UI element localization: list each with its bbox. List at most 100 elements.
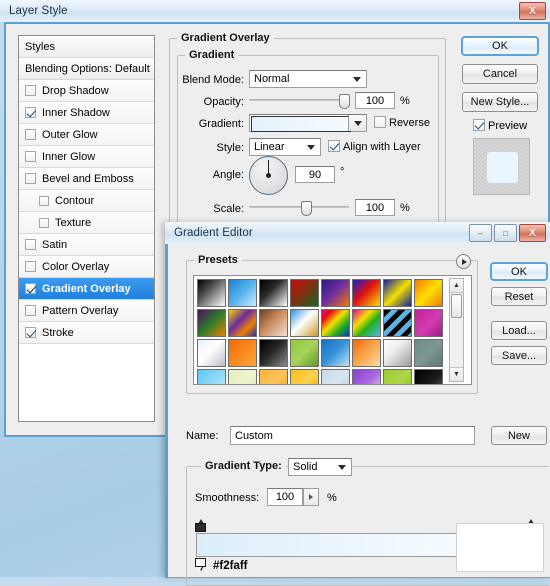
- scrollbar-thumb[interactable]: [451, 294, 462, 318]
- preset-swatch[interactable]: [228, 339, 257, 367]
- styles-list-item[interactable]: Contour: [19, 190, 154, 212]
- maximize-icon[interactable]: □: [494, 224, 517, 242]
- preset-swatch[interactable]: [259, 339, 288, 367]
- style-enable-checkbox[interactable]: [39, 217, 49, 228]
- preset-swatch[interactable]: [383, 339, 412, 367]
- angle-input[interactable]: 90: [295, 166, 335, 183]
- style-enable-checkbox[interactable]: [25, 305, 36, 316]
- style-enable-checkbox[interactable]: [25, 239, 36, 250]
- opacity-thumb[interactable]: [339, 94, 350, 109]
- style-enable-checkbox[interactable]: [25, 151, 36, 162]
- styles-list-item[interactable]: Satin: [19, 234, 154, 256]
- preset-swatch[interactable]: [352, 339, 381, 367]
- preset-swatch[interactable]: [321, 369, 350, 384]
- preset-swatch-grid[interactable]: [197, 279, 443, 384]
- styles-list-item[interactable]: Inner Glow: [19, 146, 154, 168]
- gradient-picker[interactable]: [249, 114, 367, 132]
- preset-swatch[interactable]: [228, 369, 257, 384]
- preset-swatch[interactable]: [197, 339, 226, 367]
- blending-options-row[interactable]: Blending Options: Default: [19, 58, 154, 80]
- styles-list-item[interactable]: Outer Glow: [19, 124, 154, 146]
- gradient-picker-arrow-box[interactable]: [348, 115, 366, 131]
- preset-swatch[interactable]: [197, 279, 226, 307]
- scroll-down-icon[interactable]: ▼: [450, 367, 463, 381]
- blend-mode-select[interactable]: Normal: [249, 70, 367, 88]
- preset-swatch[interactable]: [197, 369, 226, 384]
- close-icon[interactable]: X: [519, 224, 546, 242]
- preset-swatch[interactable]: [352, 309, 381, 337]
- minimize-icon[interactable]: –: [469, 224, 492, 242]
- styles-list-item[interactable]: Color Overlay: [19, 256, 154, 278]
- preset-swatch[interactable]: [290, 279, 319, 307]
- color-stop-left[interactable]: [195, 558, 206, 571]
- style-enable-checkbox[interactable]: [25, 107, 36, 118]
- preset-swatch[interactable]: [414, 369, 443, 384]
- smoothness-input[interactable]: 100: [267, 488, 303, 506]
- gradient-name-input[interactable]: Custom: [230, 426, 475, 445]
- opacity-input[interactable]: 100: [355, 92, 395, 109]
- scroll-up-icon[interactable]: ▲: [450, 279, 463, 293]
- preset-swatch[interactable]: [321, 279, 350, 307]
- preset-swatch[interactable]: [290, 309, 319, 337]
- style-select[interactable]: Linear: [249, 138, 321, 156]
- ge-reset-button[interactable]: Reset: [491, 287, 547, 306]
- style-enable-checkbox[interactable]: [25, 173, 36, 184]
- preset-swatch[interactable]: [259, 309, 288, 337]
- styles-list-item[interactable]: Inner Shadow: [19, 102, 154, 124]
- preset-swatch[interactable]: [383, 279, 412, 307]
- close-icon[interactable]: X: [519, 2, 546, 20]
- preset-swatch[interactable]: [352, 369, 381, 384]
- preset-swatch[interactable]: [383, 369, 412, 384]
- preset-swatch[interactable]: [290, 339, 319, 367]
- preset-swatch[interactable]: [197, 309, 226, 337]
- styles-list-item[interactable]: Texture: [19, 212, 154, 234]
- ge-ok-button[interactable]: OK: [490, 262, 548, 281]
- presets-scrollbar[interactable]: ▲ ▼: [449, 278, 464, 382]
- gradient-label: Gradient:: [198, 118, 244, 130]
- preset-swatch[interactable]: [228, 309, 257, 337]
- style-enable-checkbox[interactable]: [25, 283, 36, 294]
- preset-swatch[interactable]: [321, 339, 350, 367]
- preset-swatch[interactable]: [414, 309, 443, 337]
- scale-slider[interactable]: [249, 200, 349, 216]
- presets-menu-icon[interactable]: [456, 254, 471, 269]
- cancel-button[interactable]: Cancel: [462, 64, 538, 84]
- styles-list-item[interactable]: Drop Shadow: [19, 80, 154, 102]
- preset-swatch[interactable]: [228, 279, 257, 307]
- styles-list-item[interactable]: Stroke: [19, 322, 154, 344]
- style-enable-checkbox[interactable]: [25, 261, 36, 272]
- ok-button[interactable]: OK: [461, 36, 539, 56]
- preset-swatch[interactable]: [259, 279, 288, 307]
- styles-list-item[interactable]: Gradient Overlay: [19, 278, 154, 300]
- presets-swatch-box[interactable]: ▲ ▼: [193, 275, 472, 385]
- new-style-button[interactable]: New Style...: [462, 92, 538, 112]
- ge-load-button[interactable]: Load...: [491, 321, 547, 340]
- preset-swatch[interactable]: [321, 309, 350, 337]
- styles-list-item[interactable]: Pattern Overlay: [19, 300, 154, 322]
- opacity-slider[interactable]: [249, 93, 350, 109]
- styles-list-item[interactable]: Bevel and Emboss: [19, 168, 154, 190]
- scale-thumb[interactable]: [301, 201, 312, 216]
- style-enable-checkbox[interactable]: [25, 327, 36, 338]
- opacity-stop-left[interactable]: [195, 519, 206, 532]
- preset-swatch[interactable]: [414, 279, 443, 307]
- style-enable-checkbox[interactable]: [25, 85, 36, 96]
- preview-checkbox[interactable]: [473, 119, 485, 131]
- ge-save-button[interactable]: Save...: [491, 346, 547, 365]
- preset-swatch[interactable]: [414, 339, 443, 367]
- scale-input[interactable]: 100: [355, 199, 395, 216]
- preset-swatch[interactable]: [383, 309, 412, 337]
- gradient-type-select[interactable]: Solid: [288, 458, 352, 476]
- reverse-checkbox[interactable]: [374, 116, 386, 128]
- align-with-layer-checkbox[interactable]: [328, 140, 340, 152]
- preset-swatch[interactable]: [352, 279, 381, 307]
- preset-swatch[interactable]: [290, 369, 319, 384]
- style-enable-checkbox[interactable]: [39, 195, 49, 206]
- preset-swatch[interactable]: [259, 369, 288, 384]
- angle-dial[interactable]: [249, 156, 288, 195]
- smoothness-stepper[interactable]: [303, 488, 319, 506]
- styles-list[interactable]: Styles Blending Options: Default Drop Sh…: [18, 35, 155, 422]
- ge-new-button[interactable]: New: [491, 426, 547, 445]
- color-picker-popup[interactable]: [456, 523, 544, 572]
- style-enable-checkbox[interactable]: [25, 129, 36, 140]
